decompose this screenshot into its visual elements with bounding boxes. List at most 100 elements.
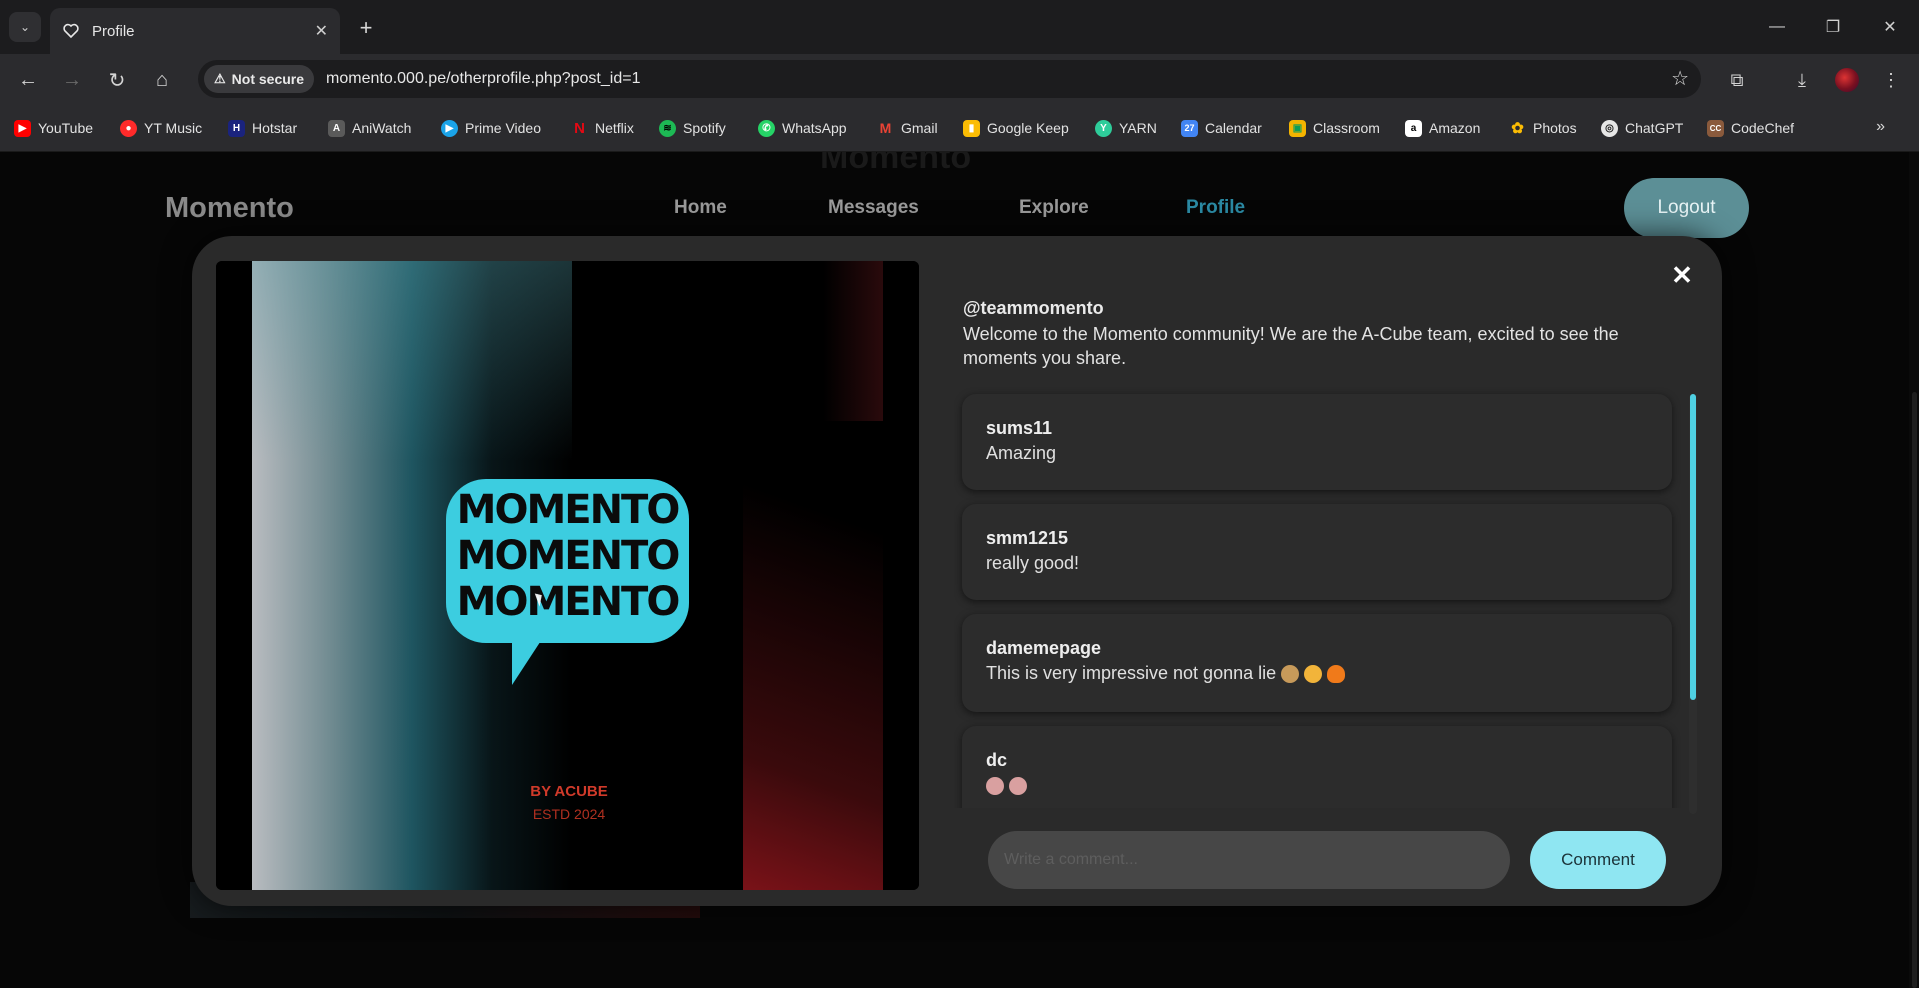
- logo-line: MOMENTO: [456, 579, 681, 625]
- nav-explore[interactable]: Explore: [1019, 197, 1089, 219]
- bookmark-netflix[interactable]: N Netflix: [571, 117, 634, 139]
- caption-text: Welcome to the Momento community! We are…: [963, 324, 1619, 368]
- back-icon[interactable]: ←: [12, 64, 44, 96]
- browser-toolbar: ← → ↻ ⌂ ⚠ Not secure momento.000.pe/othe…: [0, 54, 1919, 104]
- site-brand[interactable]: Momento: [165, 192, 294, 225]
- bookmark-label: YT Music: [144, 120, 203, 136]
- hotstar-icon: H: [228, 119, 245, 137]
- comments-list[interactable]: sums11 Amazing smm1215 really good! dame…: [954, 384, 1684, 808]
- bookmark-label: YouTube: [38, 120, 94, 136]
- heart-favicon-icon: [62, 22, 80, 40]
- bookmark-prime-video[interactable]: ▶ Prime Video: [441, 117, 541, 139]
- bookmark-label: Spotify: [683, 120, 726, 136]
- fire-emoji-icon: [1327, 665, 1346, 684]
- comment-item: sums11 Amazing: [962, 394, 1672, 490]
- more-menu-icon[interactable]: ⋮: [1876, 65, 1906, 95]
- page-scrollbar[interactable]: [1909, 152, 1919, 988]
- post-modal: MOMENTO MOMENTO MOMENTO BY ACUBE ESTD 20…: [192, 236, 1722, 906]
- comment-text: Amazing: [986, 443, 1057, 463]
- comment-text-content: This is very impressive not gonna lie: [986, 663, 1277, 683]
- google-keep-icon: ▮: [963, 119, 980, 137]
- bookmark-classroom[interactable]: ▣ Classroom: [1289, 117, 1380, 139]
- kissing-face-emoji-icon: [1304, 665, 1323, 684]
- bookmark-calendar[interactable]: 27 Calendar: [1181, 117, 1262, 139]
- caption-username[interactable]: @teammomento: [963, 298, 1104, 319]
- comment-username[interactable]: damemepage: [986, 638, 1672, 659]
- bookmark-youtube[interactable]: ▶ YouTube: [14, 117, 93, 139]
- minimize-icon[interactable]: —: [1757, 12, 1797, 42]
- bookmark-label: Amazon: [1429, 120, 1481, 136]
- page-content: Momento Momento Home Messages Explore Pr…: [0, 152, 1919, 988]
- logout-button[interactable]: Logout: [1624, 178, 1749, 238]
- bookmark-label: ChatGPT: [1625, 120, 1684, 136]
- bookmark-spotify[interactable]: ≋ Spotify: [659, 117, 726, 139]
- nav-messages[interactable]: Messages: [828, 197, 919, 219]
- bookmark-label: YARN: [1119, 120, 1157, 136]
- tab-search-button[interactable]: ⌄: [9, 12, 41, 42]
- extensions-icon[interactable]: ⧉: [1722, 65, 1752, 95]
- comment-item: smm1215 really good!: [962, 504, 1672, 600]
- logo-line: MOMENTO: [456, 487, 681, 533]
- url-text[interactable]: momento.000.pe/otherprofile.php?post_id=…: [326, 70, 640, 88]
- tab-close-icon[interactable]: ✕: [315, 21, 328, 41]
- profile-avatar[interactable]: [1832, 65, 1862, 95]
- bookmarks-bar: ▶ YouTube ● YT Music H Hotstar A AniWatch ▶ P…: [0, 104, 1919, 152]
- bookmark-aniwatch[interactable]: A AniWatch: [328, 117, 411, 139]
- forward-icon[interactable]: →: [56, 64, 88, 96]
- bookmark-label: Netflix: [595, 120, 634, 136]
- bookmark-yarn[interactable]: Y YARN: [1095, 117, 1157, 139]
- bookmark-gmail[interactable]: M Gmail: [877, 117, 938, 139]
- restore-icon[interactable]: ❐: [1813, 12, 1853, 42]
- bookmark-chatgpt[interactable]: ◎ ChatGPT: [1601, 117, 1683, 139]
- bookmark-label: AniWatch: [352, 120, 412, 136]
- comments-scrollbar-thumb[interactable]: [1690, 394, 1696, 700]
- comment-username[interactable]: sums11: [986, 418, 1672, 439]
- comment-username[interactable]: smm1215: [986, 528, 1672, 549]
- comment-input[interactable]: [988, 831, 1510, 889]
- home-icon[interactable]: ⌂: [146, 64, 178, 96]
- bookmark-google-keep[interactable]: ▮ Google Keep: [963, 117, 1069, 139]
- address-bar[interactable]: ⚠ Not secure momento.000.pe/otherprofile…: [198, 60, 1701, 98]
- bookmark-label: Calendar: [1205, 120, 1262, 136]
- netflix-icon: N: [574, 119, 585, 137]
- yarn-icon: Y: [1095, 119, 1112, 137]
- youtube-icon: ▶: [14, 119, 31, 137]
- codechef-icon: CC: [1707, 119, 1724, 137]
- logo-byline: BY ACUBE: [530, 783, 608, 800]
- logo-line: MOMENTO: [456, 533, 681, 579]
- security-chip[interactable]: ⚠ Not secure: [204, 65, 315, 93]
- nav-profile[interactable]: Profile: [1186, 197, 1245, 219]
- new-tab-button[interactable]: +: [352, 14, 380, 42]
- warning-icon: ⚠: [214, 71, 226, 86]
- close-modal-button[interactable]: ✕: [1667, 260, 1697, 290]
- bookmark-whatsapp[interactable]: ✆ WhatsApp: [758, 117, 847, 139]
- security-label: Not secure: [231, 71, 305, 87]
- comment-submit-button[interactable]: Comment: [1530, 831, 1666, 889]
- tab-title: Profile: [92, 22, 135, 40]
- bookmark-label: WhatsApp: [782, 120, 847, 136]
- comment-item: damemepage This is very impressive not g…: [962, 614, 1672, 712]
- bookmark-amazon[interactable]: a Amazon: [1405, 117, 1480, 139]
- bookmark-star-icon[interactable]: ☆: [1671, 66, 1689, 91]
- browser-tab-profile[interactable]: Profile ✕: [50, 8, 340, 54]
- bookmark-photos[interactable]: ✿ Photos: [1509, 117, 1576, 139]
- comment-username[interactable]: dc: [986, 750, 1672, 771]
- bookmark-label: Google Keep: [987, 120, 1069, 136]
- bookmark-label: Prime Video: [465, 120, 542, 136]
- comment-text: really good!: [986, 553, 1080, 573]
- amazon-icon: a: [1405, 119, 1422, 137]
- bookmark-label: Gmail: [901, 120, 938, 136]
- bookmark-hotstar[interactable]: H Hotstar: [228, 117, 297, 139]
- bookmark-yt-music[interactable]: ● YT Music: [120, 117, 202, 139]
- comment-text: [986, 775, 1672, 796]
- download-icon[interactable]: ⤓: [1787, 65, 1817, 95]
- bookmark-label: Classroom: [1313, 120, 1380, 136]
- party-popper-emoji-icon: [1281, 665, 1300, 684]
- bookmark-codechef[interactable]: CC CodeChef: [1707, 117, 1794, 139]
- comment-text: This is very impressive not gonna lie: [986, 663, 1672, 684]
- post-image: MOMENTO MOMENTO MOMENTO BY ACUBE ESTD 20…: [216, 261, 919, 890]
- nav-home[interactable]: Home: [674, 197, 727, 219]
- window-close-icon[interactable]: ✕: [1870, 12, 1910, 42]
- reload-icon[interactable]: ↻: [101, 64, 133, 96]
- bookmarks-overflow-icon[interactable]: »: [1876, 118, 1885, 136]
